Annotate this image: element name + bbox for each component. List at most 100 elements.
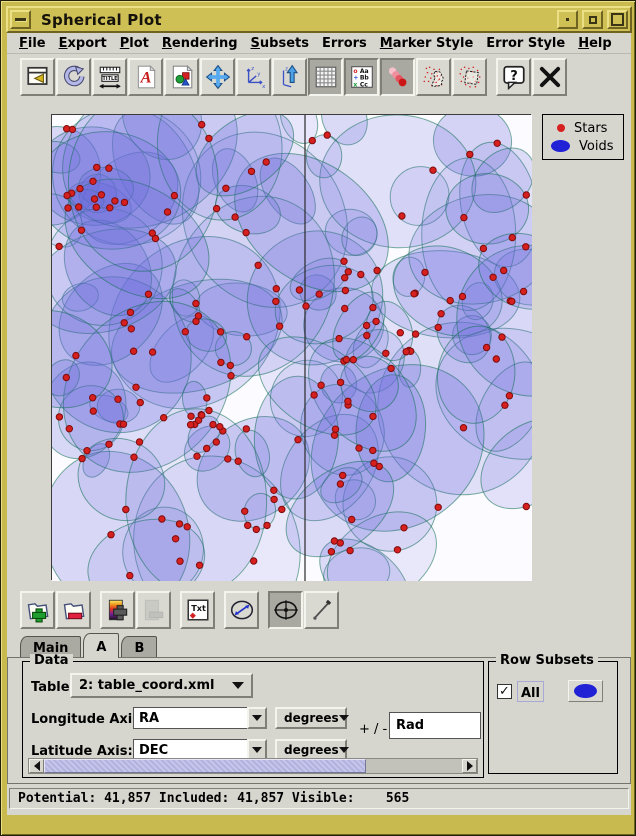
subset-all-label: All [521, 686, 540, 701]
window-shade-button[interactable] [557, 10, 578, 29]
axis-labels-button[interactable]: TITLE [92, 58, 127, 96]
blend-icon [385, 64, 411, 90]
crosshair-icon [273, 597, 299, 623]
legend-item: Stars [551, 121, 623, 136]
longitude-axis-label: Longitude Axis: [31, 712, 145, 727]
folder-plus-icon [25, 597, 51, 623]
title-bar[interactable]: Spherical Plot [6, 6, 632, 33]
menu-file[interactable]: File [13, 34, 52, 53]
svg-text:TITLE: TITLE [102, 76, 118, 82]
svg-text:A: A [139, 68, 151, 86]
table-combo[interactable]: 2: table_coord.xml [70, 673, 253, 698]
spherical-plot-canvas[interactable] [51, 114, 531, 580]
subset-label-focus: All [517, 681, 544, 702]
triangle-right-icon [467, 761, 473, 771]
longitude-axis-value: RA [133, 707, 247, 729]
triangle-left-icon [34, 761, 40, 771]
subset-marker-swatch[interactable] [568, 680, 603, 702]
image-icon [169, 64, 195, 90]
spray-square-icon [457, 64, 483, 90]
export-image-button[interactable] [164, 58, 199, 96]
menu-subsets[interactable]: Subsets [245, 34, 315, 53]
txt-label-icon: Txt [185, 597, 211, 623]
subset-all-checkbox[interactable]: ✓ [497, 684, 512, 699]
menu-bar: FileExportPlotRenderingSubsetsErrorsMark… [7, 33, 631, 54]
data-horizontal-scrollbar[interactable] [28, 758, 478, 774]
replot-icon [61, 64, 87, 90]
add-label-button[interactable]: Txt [180, 591, 215, 629]
svg-text:x: x [353, 81, 357, 88]
window-menu-button[interactable] [10, 10, 31, 29]
add-dataset-button[interactable] [20, 591, 55, 629]
grid-icon [313, 64, 339, 90]
svg-text:Cc: Cc [359, 81, 367, 88]
density-blob-button[interactable] [416, 58, 451, 96]
window-export-button[interactable] [20, 58, 55, 96]
menu-export[interactable]: Export [53, 34, 113, 53]
remove-dataset-button[interactable] [56, 591, 91, 629]
axes-up-icon: z [277, 64, 303, 90]
menu-help[interactable]: Help [572, 34, 617, 53]
sphere-rotate-button[interactable] [224, 591, 259, 629]
axes-button[interactable]: zyx [236, 58, 271, 96]
scrollbar-track[interactable] [366, 759, 462, 773]
data-group-title: Data [30, 654, 73, 668]
shade-icon [566, 18, 569, 21]
vertical-axis-button[interactable]: z [272, 58, 307, 96]
close-button[interactable] [532, 58, 567, 96]
spherical-plot-window: Spherical Plot FileExportPlotRenderingSu… [0, 0, 636, 836]
scroll-right-button[interactable] [462, 759, 477, 773]
spray-blob-icon [421, 64, 447, 90]
radius-field[interactable]: Rad [389, 712, 481, 739]
chevron-down-icon [232, 682, 244, 689]
void-ellipse-icon [574, 684, 597, 698]
menu-errors[interactable]: Errors [316, 34, 373, 53]
longitude-axis-dropdown-button[interactable] [247, 707, 267, 729]
longitude-unit-combo[interactable]: degrees [275, 707, 347, 729]
chevron-down-icon [339, 715, 349, 721]
menu-error-style[interactable]: Error Style [480, 34, 571, 53]
replot-button[interactable] [56, 58, 91, 96]
table-label: Table: [31, 680, 75, 695]
svg-text:x: x [262, 83, 266, 89]
legend-style-toggle[interactable]: oAa+BbxCc [344, 58, 379, 96]
subset-row: ✓ All [497, 680, 603, 702]
plusminus-label: + / - [359, 722, 387, 737]
maximize-icon [611, 13, 624, 26]
menu-marker-style[interactable]: Marker Style [374, 34, 480, 53]
pan-button[interactable] [200, 58, 235, 96]
menu-rendering[interactable]: Rendering [156, 34, 244, 53]
legend-label: Voids [579, 139, 613, 154]
remove-aux-axis-button [136, 591, 171, 629]
latitude-unit-value: degrees [284, 743, 339, 757]
tab-a[interactable]: A [83, 633, 119, 658]
svg-text:z: z [251, 65, 254, 71]
stick-icon [309, 597, 335, 623]
sphere-arrows-icon [229, 597, 255, 623]
legend-style-icon: oAa+BbxCc [349, 64, 375, 90]
window-minimize-button[interactable] [582, 10, 603, 29]
aux-plus-icon [105, 597, 131, 623]
minimize-icon [589, 16, 597, 24]
density-square-button[interactable] [452, 58, 487, 96]
transparency-toggle[interactable] [380, 58, 415, 96]
recenter-toggle[interactable] [268, 591, 303, 629]
longitude-axis-combo[interactable]: RA [133, 707, 267, 729]
table-combo-value: 2: table_coord.xml [79, 678, 214, 693]
grid-toggle[interactable] [308, 58, 343, 96]
chevron-down-icon [339, 747, 349, 753]
svg-text:Txt: Txt [191, 603, 206, 613]
tab-b[interactable]: B [121, 636, 157, 658]
export-pdf-button[interactable]: A [128, 58, 163, 96]
window-client-area: FileExportPlotRenderingSubsetsErrorsMark… [7, 33, 631, 815]
help-button[interactable]: ? [496, 58, 531, 96]
window-title: Spherical Plot [41, 11, 162, 29]
legend-item: Voids [551, 139, 623, 154]
scroll-left-button[interactable] [29, 759, 44, 773]
menu-plot[interactable]: Plot [114, 34, 155, 53]
dataset-toolbar: Txt [7, 587, 631, 633]
window-maximize-button[interactable] [607, 10, 628, 29]
add-aux-axis-button[interactable] [100, 591, 135, 629]
scrollbar-thumb[interactable] [44, 759, 366, 773]
vector-button[interactable] [304, 591, 339, 629]
